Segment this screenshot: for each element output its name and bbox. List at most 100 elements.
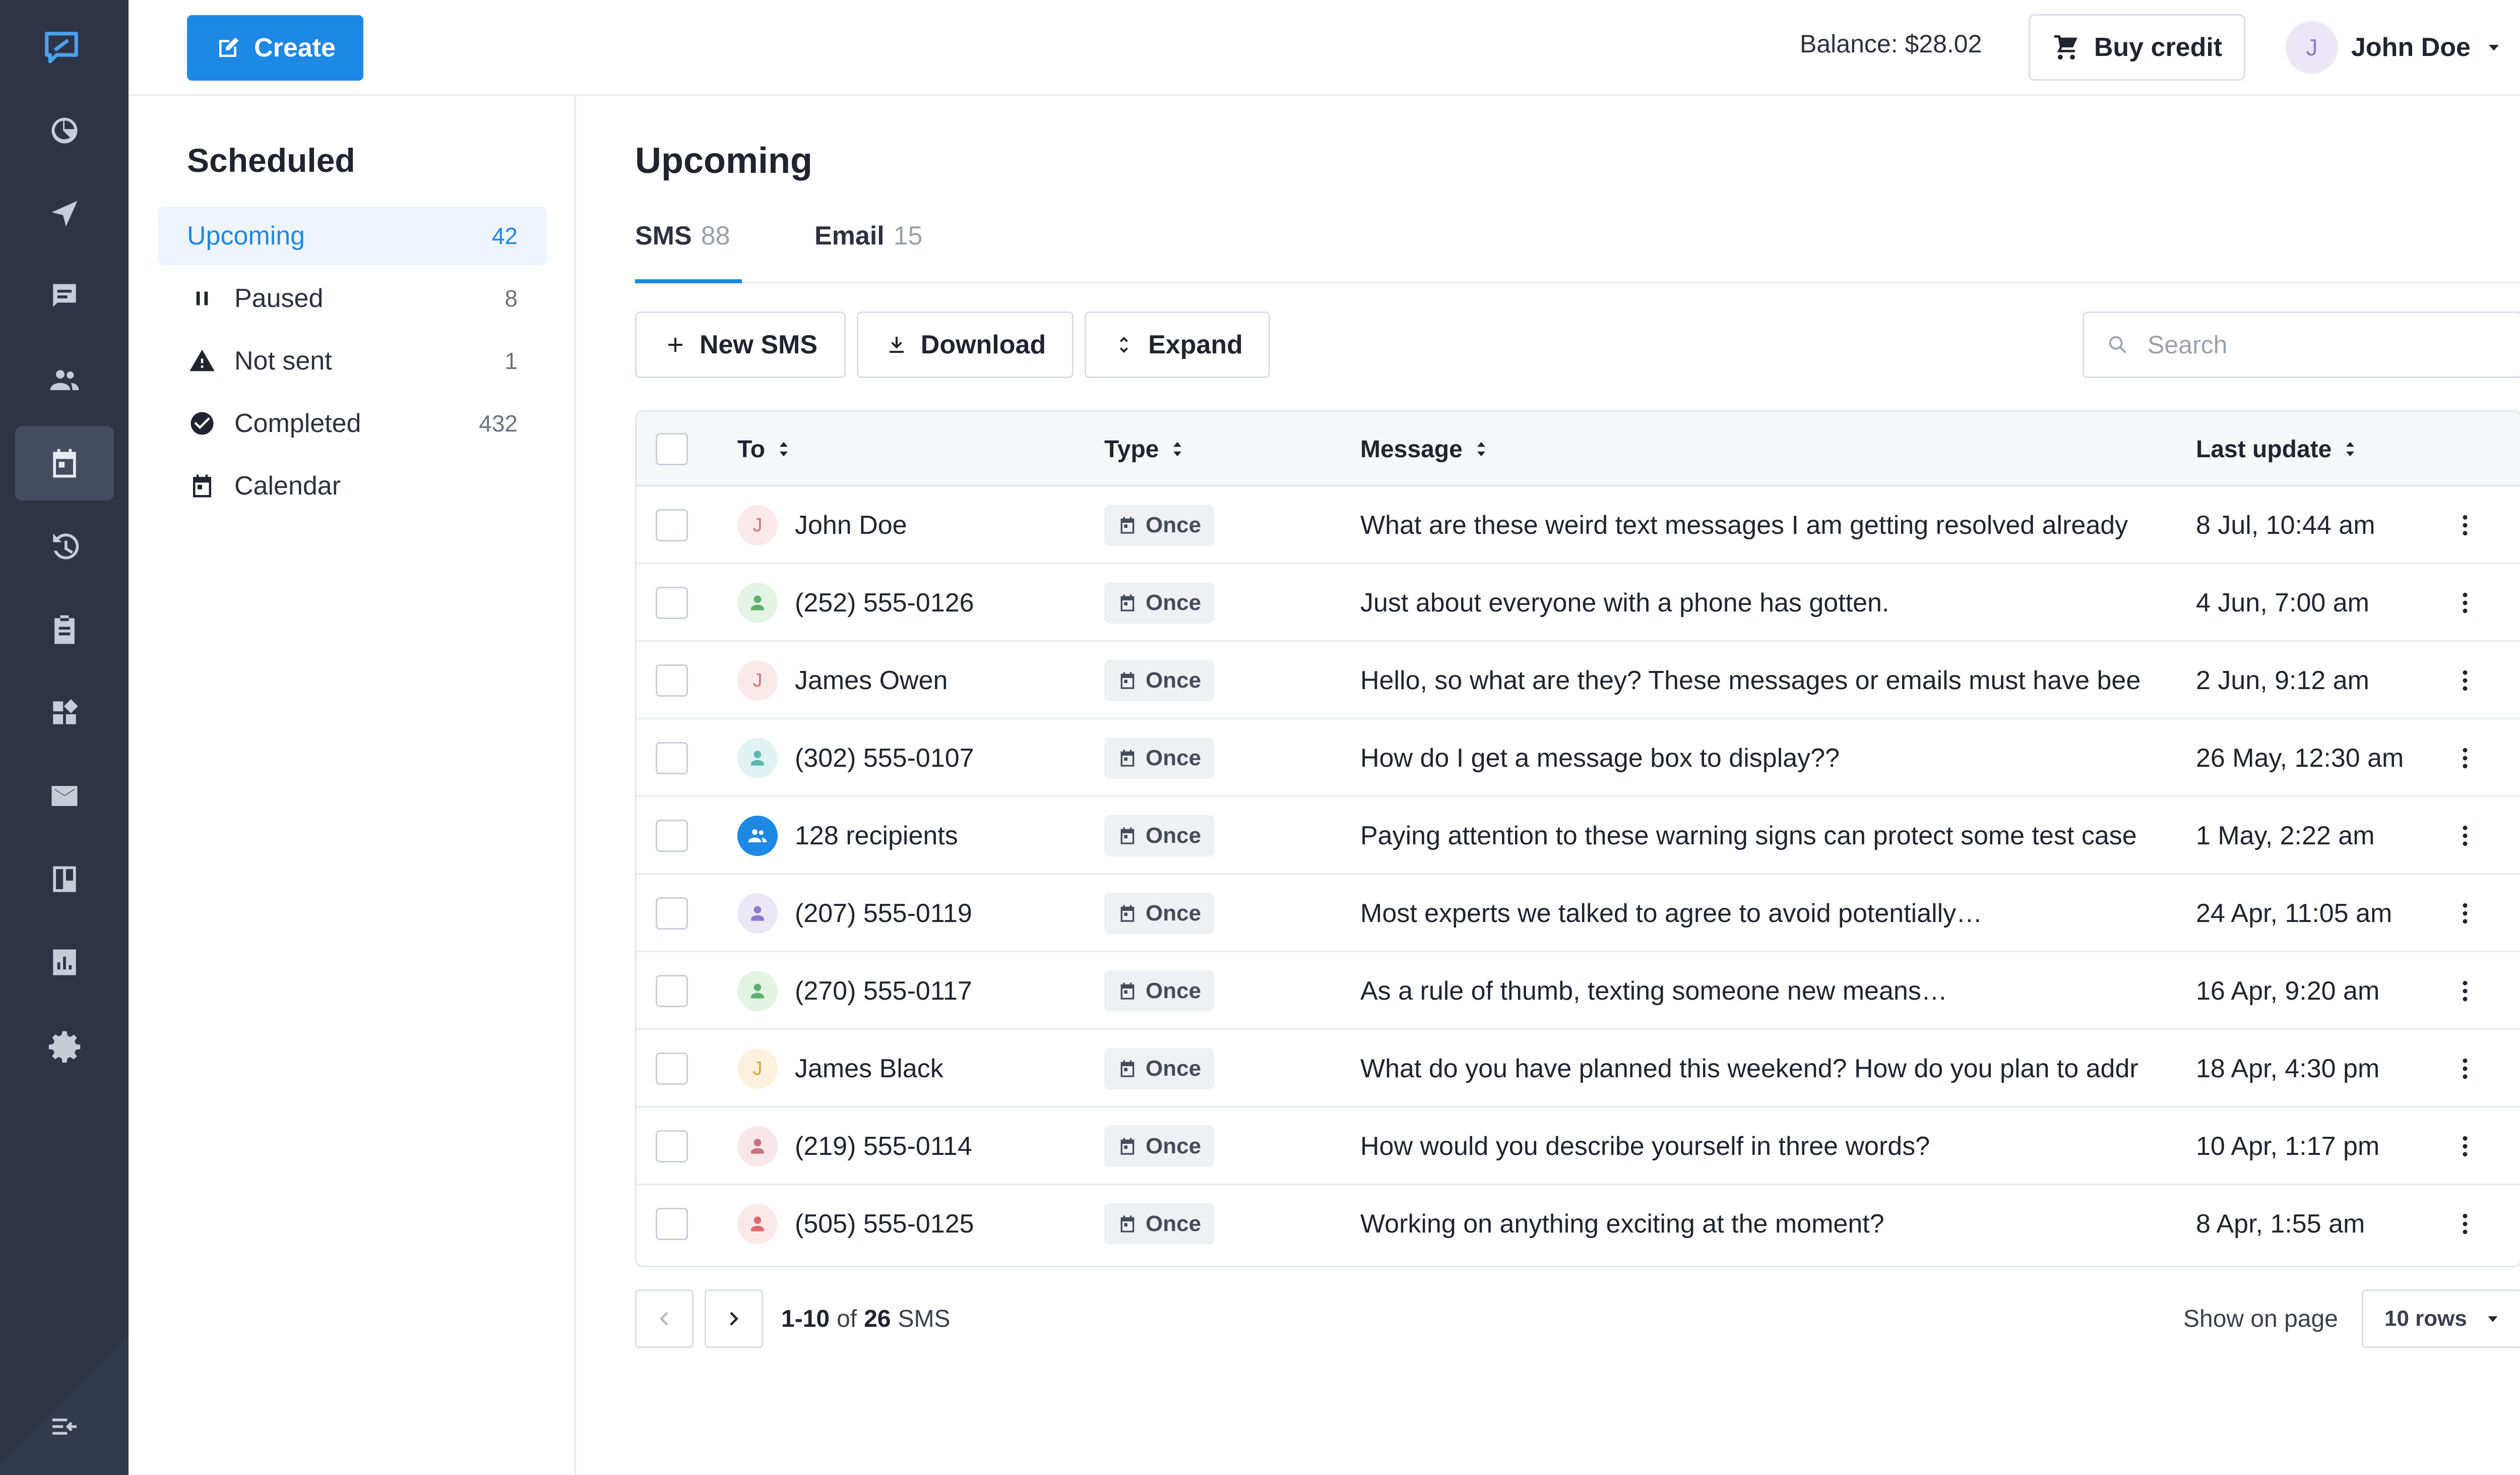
table-row[interactable]: J James Black Once What do you have planned… <box>637 1030 2520 1108</box>
sidebar-item-completed[interactable]: Completed 432 <box>158 394 547 453</box>
row-checkbox[interactable] <box>656 897 688 930</box>
recipient-name: James Owen <box>795 666 948 695</box>
column-to[interactable]: To <box>737 412 793 486</box>
clipboard-icon <box>47 612 82 647</box>
rail-item-apps[interactable] <box>15 675 114 750</box>
create-button[interactable]: Create <box>187 15 363 81</box>
more-vertical-icon <box>2451 1210 2479 1238</box>
prev-page-button[interactable] <box>635 1289 694 1348</box>
avatar <box>737 583 778 623</box>
edit-icon <box>215 34 242 62</box>
more-vertical-icon <box>2451 745 2479 772</box>
row-menu-button[interactable] <box>2445 642 2485 719</box>
row-menu-button[interactable] <box>2445 1185 2485 1263</box>
type-label: Once <box>1146 1056 1202 1081</box>
avatar <box>737 1204 778 1244</box>
tab-label: SMS <box>635 221 692 251</box>
cell-to: J James Owen <box>737 642 1090 719</box>
column-last-update[interactable]: Last update <box>2196 412 2360 486</box>
search-input[interactable] <box>2148 330 2500 359</box>
avatar <box>737 893 778 934</box>
row-checkbox[interactable] <box>656 820 688 852</box>
more-vertical-icon <box>2451 822 2479 849</box>
page-range: 1-10 <box>781 1305 830 1332</box>
select-all-checkbox[interactable] <box>656 433 688 465</box>
rail-item-history[interactable] <box>15 509 114 584</box>
rail-item-settings[interactable] <box>15 1008 114 1083</box>
message-text: How would you describe yourself in three… <box>1360 1132 1930 1161</box>
user-menu[interactable]: J John Doe <box>2286 21 2504 74</box>
row-checkbox[interactable] <box>656 1130 688 1162</box>
table-row[interactable]: J John Doe Once What are these weird text m… <box>637 486 2520 564</box>
rail-item-send[interactable] <box>15 176 114 251</box>
rail-item-calendar[interactable] <box>15 426 114 501</box>
sidebar-item-not-sent[interactable]: Not sent 1 <box>158 332 547 390</box>
group-icon <box>746 825 769 847</box>
row-menu-button[interactable] <box>2445 486 2485 564</box>
column-label: Message <box>1360 436 1463 463</box>
row-checkbox[interactable] <box>656 1208 688 1240</box>
sort-icon <box>774 440 793 459</box>
chevron-left-icon <box>651 1305 678 1332</box>
cell-message: Paying attention to these warning signs … <box>1360 797 2172 875</box>
row-checkbox[interactable] <box>656 587 688 619</box>
recipient-name: James Black <box>795 1054 943 1083</box>
type-badge: Once <box>1104 815 1215 856</box>
row-menu-button[interactable] <box>2445 952 2485 1030</box>
type-badge: Once <box>1104 1203 1215 1245</box>
tab-email[interactable]: Email 15 <box>814 208 923 283</box>
table-row[interactable]: (219) 555-0114 Once How would you describe… <box>637 1108 2520 1185</box>
rail-item-clipboard[interactable] <box>15 592 114 667</box>
expand-button[interactable]: Expand <box>1085 312 1270 378</box>
last-update-text: 8 Apr, 1:55 am <box>2196 1209 2365 1239</box>
table-row[interactable]: (252) 555-0126 Once Just about everyone wi… <box>637 564 2520 642</box>
sidebar-item-calendar[interactable]: Calendar <box>158 457 547 515</box>
recipient-name: John Doe <box>795 511 907 540</box>
warning-icon <box>187 346 217 376</box>
row-menu-button[interactable] <box>2445 797 2485 875</box>
row-menu-button[interactable] <box>2445 719 2485 797</box>
table-row[interactable]: (207) 555-0119 Once Most experts we talked… <box>637 875 2520 952</box>
row-checkbox[interactable] <box>656 664 688 697</box>
type-label: Once <box>1146 1211 1202 1236</box>
user-name: John Doe <box>2351 33 2471 62</box>
row-checkbox[interactable] <box>656 975 688 1007</box>
row-menu-button[interactable] <box>2445 564 2485 642</box>
collapse-icon[interactable] <box>30 1401 99 1452</box>
table-row[interactable]: J James Owen Once Hello, so what are they? … <box>637 642 2520 719</box>
table-row[interactable]: 128 recipients Once Paying attention to th… <box>637 797 2520 875</box>
rail-item-board[interactable] <box>15 842 114 916</box>
row-checkbox[interactable] <box>656 742 688 774</box>
search-box[interactable] <box>2083 312 2520 378</box>
type-label: Once <box>1146 746 1202 770</box>
row-menu-button[interactable] <box>2445 1108 2485 1185</box>
table-row[interactable]: (270) 555-0117 Once As a rule of thumb, te… <box>637 952 2520 1030</box>
message-text: Just about everyone with a phone has got… <box>1360 588 1889 618</box>
sidebar-item-label: Calendar <box>234 471 341 501</box>
row-checkbox[interactable] <box>656 509 688 541</box>
sidebar-title: Scheduled <box>187 142 355 179</box>
rail-item-contacts[interactable] <box>15 343 114 417</box>
row-menu-button[interactable] <box>2445 1030 2485 1108</box>
row-checkbox[interactable] <box>656 1053 688 1085</box>
next-page-button[interactable] <box>705 1289 763 1348</box>
download-button[interactable]: Download <box>857 312 1074 378</box>
sidebar-item-upcoming[interactable]: Upcoming 42 <box>158 207 547 265</box>
rail-item-analytics[interactable] <box>15 925 114 1000</box>
tab-sms[interactable]: SMS 88 <box>635 208 742 283</box>
column-message[interactable]: Message <box>1360 412 1491 486</box>
rail-item-mail[interactable] <box>15 759 114 833</box>
rail-item-chat[interactable] <box>15 260 114 334</box>
avatar-initial: J <box>752 669 763 691</box>
table-row[interactable]: (302) 555-0107 Once How do I get a message… <box>637 719 2520 797</box>
cell-message: Working on anything exciting at the mome… <box>1360 1185 2172 1263</box>
app-logo-icon[interactable] <box>40 27 83 70</box>
rail-item-dashboard[interactable] <box>15 93 114 168</box>
new-sms-button[interactable]: New SMS <box>635 312 846 378</box>
rows-per-page-select[interactable]: 10 rows <box>2362 1289 2520 1348</box>
column-type[interactable]: Type <box>1104 412 1187 486</box>
buy-credit-button[interactable]: Buy credit <box>2029 14 2245 81</box>
table-row[interactable]: (505) 555-0125 Once Working on anything ex… <box>637 1185 2520 1263</box>
sidebar-item-paused[interactable]: Paused 8 <box>158 269 547 328</box>
row-menu-button[interactable] <box>2445 875 2485 952</box>
